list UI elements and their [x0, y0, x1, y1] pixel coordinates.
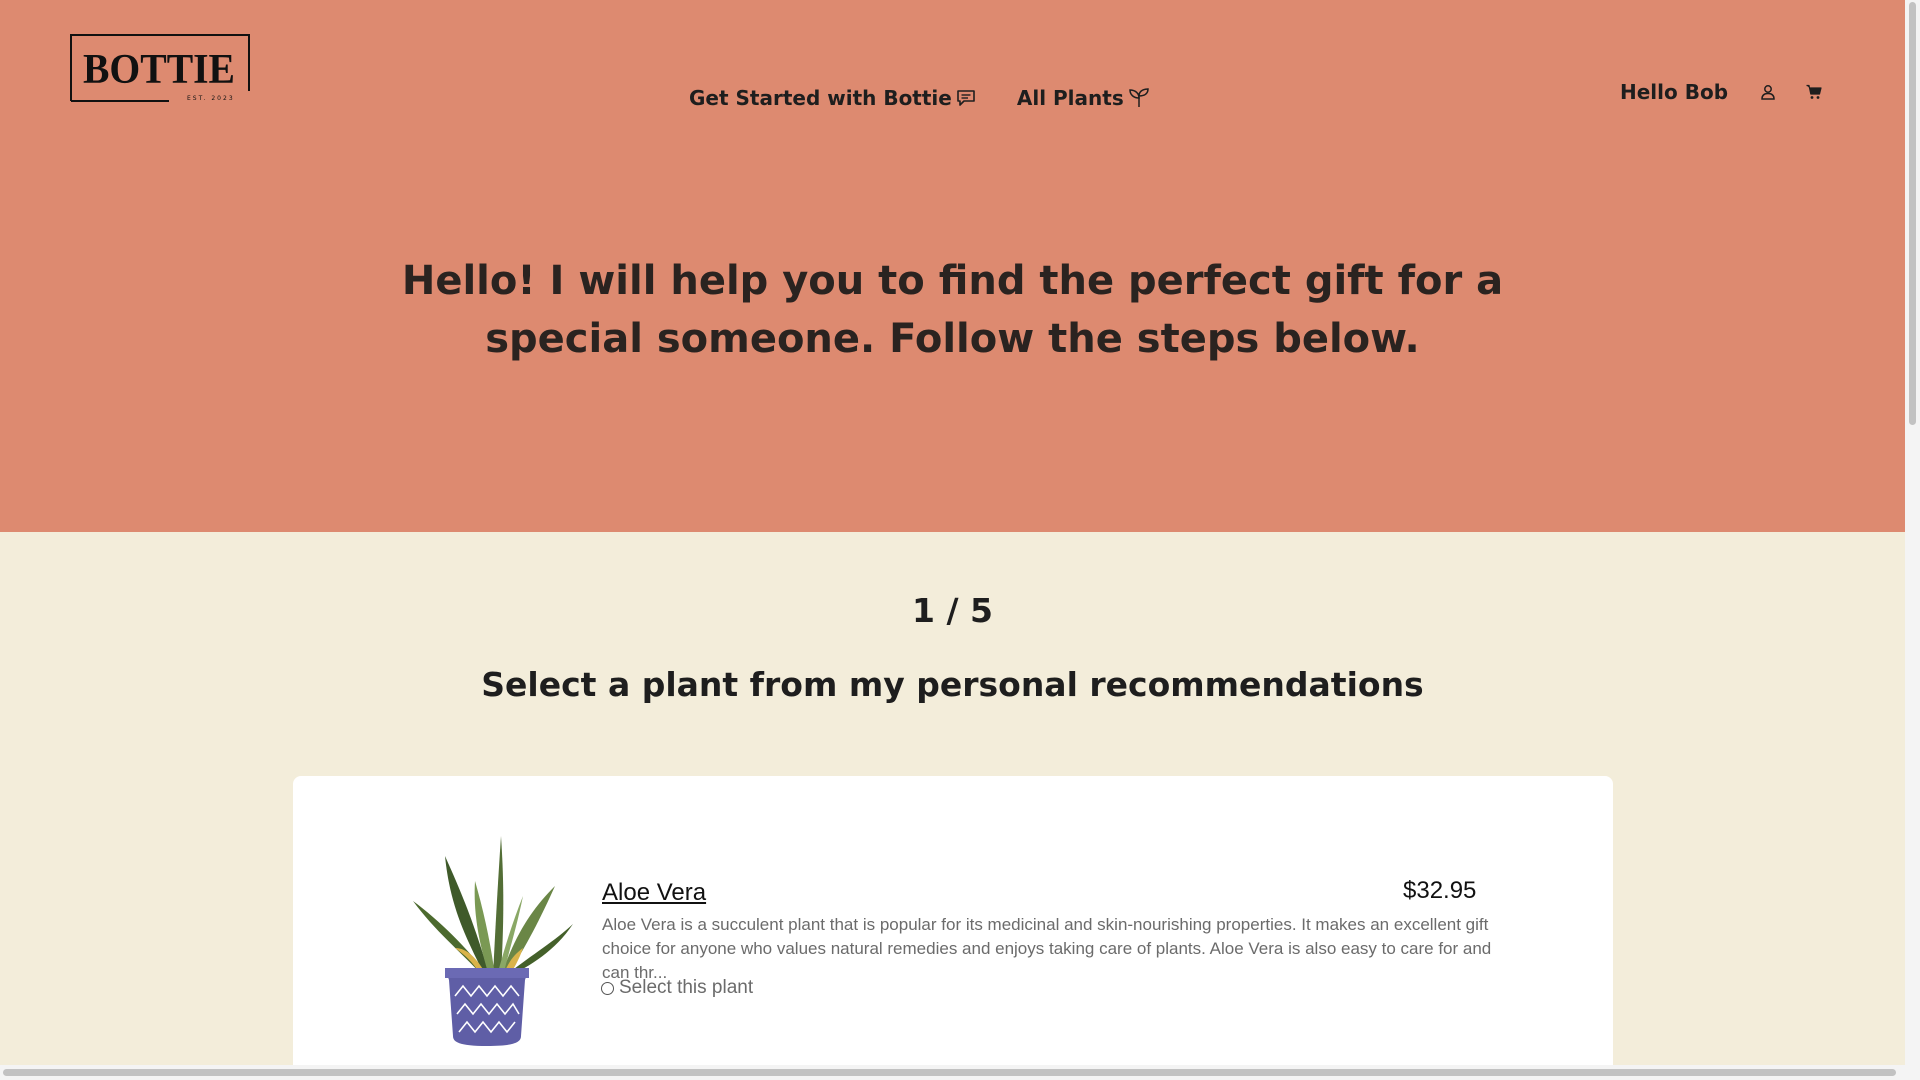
horizontal-scroll-thumb[interactable] [3, 1069, 1896, 1076]
chat-icon [957, 90, 975, 106]
hero-banner: BOTTIE EST. 2023 Get Started with Bottie… [0, 0, 1905, 532]
plant-card: Aloe Vera $32.95 Aloe Vera is a succulen… [293, 776, 1613, 1080]
scrollbar-corner [1905, 1065, 1920, 1080]
main-nav: Get Started with Bottie All Plants [689, 86, 1191, 110]
cart-icon [1806, 84, 1822, 99]
step-counter: 1 / 5 [912, 591, 993, 630]
account-button[interactable] [1758, 82, 1778, 102]
plant-description: Aloe Vera is a succulent plant that is p… [602, 915, 1492, 982]
horizontal-scrollbar[interactable] [0, 1065, 1905, 1080]
cart-button[interactable] [1804, 82, 1824, 102]
logo-text: BOTTIE [83, 47, 235, 93]
nav-get-started[interactable]: Get Started with Bottie [689, 86, 976, 110]
vertical-scrollbar[interactable] [1905, 0, 1920, 1080]
plant-price: $32.95 [1403, 877, 1477, 904]
user-greeting: Hello Bob [1620, 80, 1729, 104]
vertical-scroll-thumb[interactable] [1909, 2, 1916, 425]
nav-all-plants[interactable]: All Plants [1017, 86, 1150, 110]
select-plant-radio[interactable]: Select this plant [601, 977, 753, 999]
page: BOTTIE EST. 2023 Get Started with Bottie… [0, 0, 1905, 1080]
bottie-logo[interactable]: BOTTIE EST. 2023 [69, 33, 252, 106]
nav-all-plants-label: All Plants [1016, 86, 1124, 110]
user-icon [1761, 85, 1775, 100]
radio-circle[interactable] [601, 981, 614, 995]
plant-name-link[interactable]: Aloe Vera [602, 879, 706, 907]
step-title: Select a plant from my personal recommen… [481, 665, 1424, 704]
hero-title: Hello! I will help you to find the perfe… [401, 258, 1504, 362]
nav-get-started-label: Get Started with Bottie [689, 86, 952, 110]
logo-subtext: EST. 2023 [187, 95, 235, 102]
user-area: Hello Bob [1620, 80, 1850, 104]
sprout-icon [1128, 88, 1149, 107]
aloe-vera-image[interactable] [405, 836, 575, 1048]
select-plant-label: Select this plant [619, 977, 754, 998]
